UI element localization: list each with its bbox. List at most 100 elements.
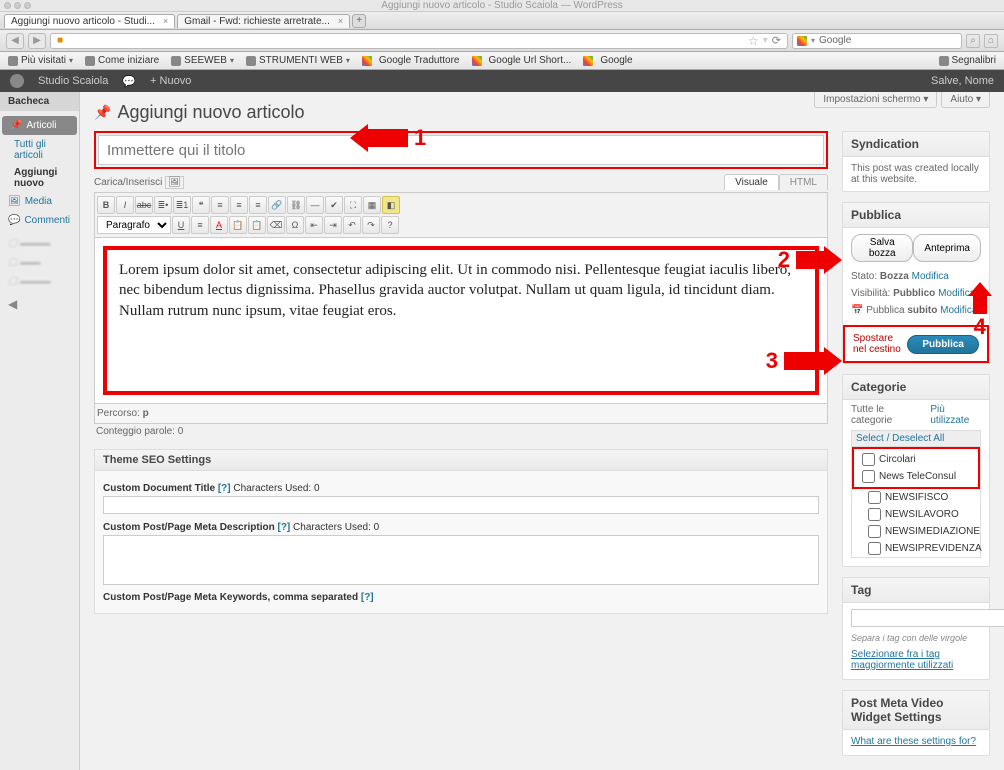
menu-add-new[interactable]: Aggiungi nuovo (0, 164, 79, 192)
help-icon[interactable]: ? (381, 216, 399, 234)
align-right-icon[interactable]: ≡ (249, 196, 267, 214)
close-tab-icon[interactable]: × (163, 16, 168, 26)
extra-icon[interactable]: ◧ (382, 196, 400, 214)
format-select[interactable]: Paragrafo (97, 216, 171, 234)
unlink-icon[interactable]: ⛓ (287, 196, 305, 214)
redo-icon[interactable]: ↷ (362, 216, 380, 234)
bm-getting-started[interactable]: Come iniziare (85, 55, 159, 66)
cat-checkbox-0[interactable] (862, 453, 875, 466)
menu-all-posts[interactable]: Tutti gli articoli (0, 136, 79, 164)
justify-icon[interactable]: ≡ (191, 216, 209, 234)
publish-title[interactable]: Pubblica (843, 203, 989, 228)
editor-content[interactable]: Lorem ipsum dolor sit amet, consectetur … (103, 246, 819, 395)
ab-new[interactable]: + Nuovo (150, 75, 191, 87)
quote-icon[interactable]: ❝ (192, 196, 210, 214)
ul-icon[interactable]: ≣• (154, 196, 172, 214)
cat-tab-used[interactable]: Più utilizzate (930, 404, 981, 426)
undo-icon[interactable]: ↶ (343, 216, 361, 234)
ab-comments[interactable]: 💬 (122, 75, 136, 88)
menu-blur3[interactable]: ▢ ▬▬▬ (0, 272, 79, 291)
tag-input[interactable] (851, 609, 1004, 627)
paste-text-icon[interactable]: 📋 (229, 216, 247, 234)
seo-meta-desc-input[interactable] (103, 535, 819, 585)
menu-comments[interactable]: 💬 Commenti (0, 211, 79, 230)
tags-title[interactable]: Tag (843, 578, 989, 603)
cat-checkbox-1[interactable] (862, 470, 875, 483)
reload-icon[interactable]: ⟳ (772, 34, 781, 47)
bm-google[interactable]: Google (583, 55, 632, 66)
categories-title[interactable]: Categorie (843, 375, 989, 400)
browser-tab-1[interactable]: Aggiungi nuovo articolo - Studi...× (4, 14, 175, 28)
kitchen-sink-icon[interactable]: ▦ (363, 196, 381, 214)
bm-seeweb[interactable]: SEEWEB (171, 55, 234, 66)
home-icon[interactable]: ⌂ (984, 34, 998, 48)
bm-gtrad[interactable]: Google Traduttore (362, 55, 460, 66)
char-icon[interactable]: Ω (286, 216, 304, 234)
seo-doc-title-input[interactable] (103, 496, 819, 514)
close-tab-icon[interactable]: × (338, 16, 343, 26)
select-all-link[interactable]: Select / Deselect All (852, 431, 980, 447)
paste-word-icon[interactable]: 📋 (248, 216, 266, 234)
back-button[interactable]: ◀ (6, 33, 24, 49)
bookmark-star-icon[interactable]: ☆ (748, 34, 759, 48)
underline-icon[interactable]: U (172, 216, 190, 234)
new-tab-button[interactable]: + (352, 14, 366, 28)
cat-checkbox-4[interactable] (868, 525, 881, 538)
bm-most-visited[interactable]: Più visitati (8, 55, 73, 66)
help-icon[interactable]: [?] (218, 483, 231, 494)
post-title-input[interactable] (98, 135, 824, 165)
zoom-dot[interactable] (24, 2, 31, 9)
tag-cloud-link[interactable]: Selezionare fra i tag maggiormente utili… (843, 649, 989, 679)
wp-logo[interactable] (10, 74, 24, 88)
url-field[interactable]: ■☆▾⟳ (50, 33, 788, 49)
menu-media[interactable]: 🖼 Media (0, 192, 79, 211)
indent-icon[interactable]: ⇥ (324, 216, 342, 234)
pmv-title[interactable]: Post Meta Video Widget Settings (843, 691, 989, 730)
help-icon[interactable]: [?] (361, 592, 374, 603)
remove-format-icon[interactable]: ⌫ (267, 216, 285, 234)
menu-blur2[interactable]: ▢ ▬▬ (0, 253, 79, 272)
help-tab[interactable]: Aiuto ▾ (941, 92, 990, 108)
bm-bookmarks[interactable]: Segnalibri (939, 55, 996, 66)
ol-icon[interactable]: ≣1 (173, 196, 191, 214)
italic-icon[interactable]: I (116, 196, 134, 214)
bm-gurl[interactable]: Google Url Short... (472, 55, 572, 66)
close-dot[interactable] (4, 2, 11, 9)
seo-box-title[interactable]: Theme SEO Settings (95, 450, 827, 471)
ab-site[interactable]: Studio Scaiola (38, 75, 108, 87)
menu-dashboard[interactable]: Bacheca (0, 92, 79, 111)
cat-checkbox-5[interactable] (868, 542, 881, 555)
more-icon[interactable]: — (306, 196, 324, 214)
tab-visual[interactable]: Visuale (724, 174, 779, 190)
link-icon[interactable]: 🔗 (268, 196, 286, 214)
cat-checkbox-3[interactable] (868, 508, 881, 521)
textcolor-icon[interactable]: A (210, 216, 228, 234)
syndication-title[interactable]: Syndication (843, 132, 989, 157)
cat-tab-all[interactable]: Tutte le categorie (851, 404, 920, 426)
search-icon[interactable]: ⌕ (966, 34, 980, 48)
bold-icon[interactable]: B (97, 196, 115, 214)
menu-posts[interactable]: 📌 Articoli (2, 116, 77, 135)
upload-media-icon[interactable]: 🖼 (165, 176, 184, 189)
preview-button[interactable]: Anteprima (913, 234, 981, 262)
search-field[interactable]: ▾Google (792, 33, 962, 49)
collapse-menu-icon[interactable]: ◀ (0, 291, 79, 317)
pmv-help-link[interactable]: What are these settings for? (843, 730, 989, 755)
cat-checkbox-2[interactable] (868, 491, 881, 504)
trash-link[interactable]: Spostare nel cestino (853, 333, 907, 355)
align-center-icon[interactable]: ≡ (230, 196, 248, 214)
screen-options-tab[interactable]: Impostazioni schermo ▾ (814, 92, 937, 108)
forward-button[interactable]: ▶ (28, 33, 46, 49)
browser-tab-2[interactable]: Gmail - Fwd: richieste arretrate...× (177, 14, 350, 28)
strike-icon[interactable]: abc (135, 196, 153, 214)
align-left-icon[interactable]: ≡ (211, 196, 229, 214)
ab-user[interactable]: Salve, Nome (931, 75, 994, 87)
spell-icon[interactable]: ✔ (325, 196, 343, 214)
save-draft-button[interactable]: Salva bozza (851, 234, 913, 262)
help-icon[interactable]: [?] (277, 522, 290, 533)
tab-html[interactable]: HTML (779, 174, 828, 190)
bm-strumenti[interactable]: STRUMENTI WEB (246, 55, 350, 66)
fullscreen-icon[interactable]: ⛶ (344, 196, 362, 214)
menu-blur1[interactable]: ▢ ▬▬▬ (0, 234, 79, 253)
min-dot[interactable] (14, 2, 21, 9)
